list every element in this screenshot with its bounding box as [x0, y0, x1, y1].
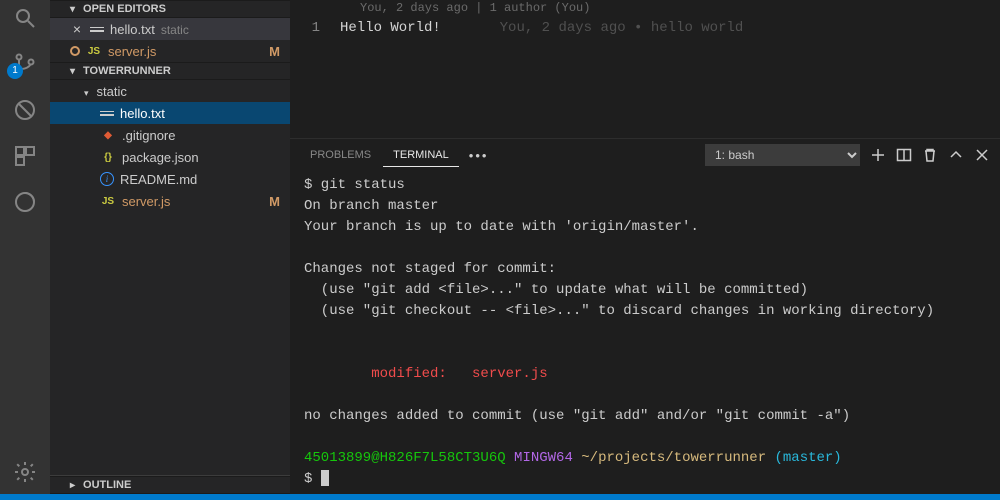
terminal-output[interactable]: $ git status On branch master Your branc… — [290, 171, 1000, 494]
source-control-icon[interactable]: 1 — [13, 52, 37, 76]
terminal-select[interactable]: 1: bash — [705, 144, 860, 166]
open-editor-row[interactable]: × hello.txtstatic — [50, 18, 290, 40]
json-file-icon: {} — [100, 152, 116, 163]
file-row[interactable]: i README.md — [50, 168, 290, 190]
extensions-icon[interactable] — [13, 144, 37, 168]
maximize-panel-icon[interactable] — [948, 147, 964, 163]
text-file-icon — [90, 25, 104, 34]
scm-badge: 1 — [7, 63, 23, 79]
gitlens-icon[interactable] — [13, 190, 37, 214]
git-modified-badge: M — [269, 194, 280, 209]
split-terminal-icon[interactable] — [896, 147, 912, 163]
section-outline[interactable]: OUTLINE — [50, 475, 290, 494]
section-open-editors[interactable]: OPEN EDITORS — [50, 0, 290, 18]
status-bar[interactable] — [0, 494, 1000, 500]
tab-problems[interactable]: PROBLEMS — [300, 144, 381, 166]
terminal-cursor — [321, 470, 329, 486]
folder-label: static — [97, 84, 282, 99]
tab-terminal[interactable]: TERMINAL — [383, 144, 459, 167]
file-label: server.js — [122, 194, 282, 209]
debug-icon[interactable] — [13, 98, 37, 122]
blame-annotation: You, 2 days ago | 1 author (You) — [290, 0, 1000, 18]
chevron-down-icon — [84, 84, 91, 99]
folder-row[interactable]: static — [50, 80, 290, 102]
close-panel-icon[interactable] — [974, 147, 990, 163]
sidebar: OPEN EDITORS × hello.txtstatic JS server… — [50, 0, 290, 494]
file-row[interactable]: {} package.json — [50, 146, 290, 168]
activity-bar: 1 — [0, 0, 50, 494]
code-text: Hello World! — [340, 18, 441, 38]
editor[interactable]: You, 2 days ago | 1 author (You) 1 Hello… — [290, 0, 1000, 138]
close-icon[interactable]: × — [70, 21, 84, 37]
file-label: hello.txtstatic — [110, 22, 282, 37]
inline-blame: You, 2 days ago • hello world — [441, 18, 743, 38]
modified-dot-icon — [70, 46, 80, 56]
file-label: .gitignore — [122, 128, 282, 143]
panel-tabs: PROBLEMS TERMINAL ••• 1: bash — [290, 139, 1000, 171]
editor-line[interactable]: 1 Hello World! You, 2 days ago • hello w… — [290, 18, 1000, 38]
file-row[interactable]: ◆ .gitignore — [50, 124, 290, 146]
file-label: package.json — [122, 150, 282, 165]
panel-overflow-icon[interactable]: ••• — [461, 144, 497, 167]
git-file-icon: ◆ — [100, 130, 116, 141]
file-label: server.js — [108, 44, 282, 59]
section-project[interactable]: TOWERRUNNER — [50, 62, 290, 80]
js-file-icon: JS — [100, 196, 116, 207]
settings-gear-icon[interactable] — [13, 460, 37, 484]
text-file-icon — [100, 109, 114, 118]
git-modified-badge: M — [269, 44, 280, 59]
file-row[interactable]: JS server.js M — [50, 190, 290, 212]
info-file-icon: i — [100, 172, 114, 186]
js-file-icon: JS — [86, 46, 102, 57]
file-label: hello.txt — [120, 106, 282, 121]
main-area: You, 2 days ago | 1 author (You) 1 Hello… — [290, 0, 1000, 494]
kill-terminal-icon[interactable] — [922, 147, 938, 163]
search-icon[interactable] — [13, 6, 37, 30]
panel: PROBLEMS TERMINAL ••• 1: bash $ git stat… — [290, 138, 1000, 494]
new-terminal-icon[interactable] — [870, 147, 886, 163]
open-editor-row[interactable]: JS server.js M — [50, 40, 290, 62]
line-number: 1 — [290, 18, 340, 38]
file-label: README.md — [120, 172, 282, 187]
file-row[interactable]: hello.txt — [50, 102, 290, 124]
